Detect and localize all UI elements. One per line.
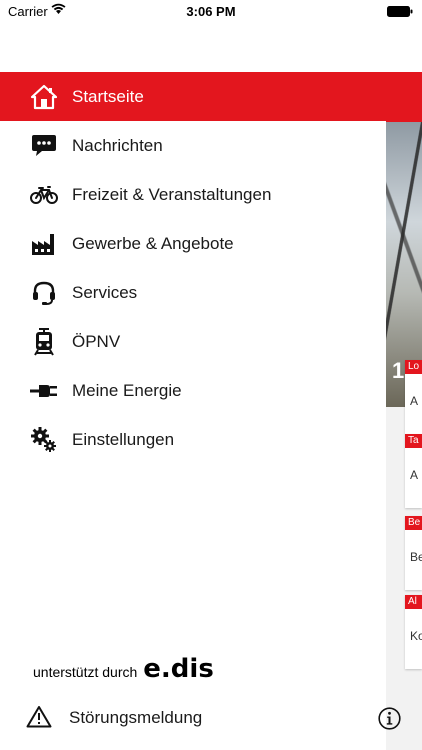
footer-bar: Störungsmeldung [0,700,422,736]
plug-icon [30,377,58,405]
bicycle-icon [30,181,58,209]
sponsor-line: unterstützt durch e.dis [33,654,214,684]
warning-icon [26,706,52,728]
menu-item-startseite[interactable]: Startseite [0,72,386,121]
info-icon[interactable] [378,707,401,730]
factory-icon [30,230,58,258]
edis-logo: e.dis [143,654,214,684]
card-text: Be [410,550,422,564]
card-text: A [410,468,419,482]
menu-item-label: ÖPNV [72,331,121,351]
status-bar: Carrier 3:06 PM [0,0,422,22]
background-card[interactable]: Ta A [405,434,422,508]
navigation-drawer: Startseite Nachrichten Freizeit & Verans… [0,72,422,750]
card-header: Al [408,596,417,607]
menu-item-label: Services [72,282,138,302]
menu-item-freizeit[interactable]: Freizeit & Veranstaltungen [0,170,386,219]
home-icon [30,83,58,111]
menu-item-meine-energie[interactable]: Meine Energie [0,366,386,415]
card-header: Be [408,517,421,528]
menu-item-label: Einstellungen [72,429,175,449]
headset-icon [30,279,58,307]
background-card[interactable]: Be Be [405,516,422,590]
menu-item-label: Startseite [72,86,144,106]
sponsor-text: unterstützt durch [33,664,138,680]
stoerungsmeldung-button[interactable]: Störungsmeldung [69,708,202,728]
battery-icon [387,6,413,17]
menu-item-einstellungen[interactable]: Einstellungen [0,415,386,464]
menu-item-opnv[interactable]: ÖPNV [0,317,386,366]
background-card[interactable]: Lo A [405,360,422,434]
card-header: Ta [408,435,419,446]
background-screen: 10 Lo A Ta A Be Be Al Ko [386,72,422,750]
background-card[interactable]: Al Ko [405,595,422,669]
train-icon [30,327,58,356]
menu-item-gewerbe[interactable]: Gewerbe & Angebote [0,219,386,268]
clock-label: 3:06 PM [186,4,236,19]
menu-item-services[interactable]: Services [0,268,386,317]
card-header: Lo [408,361,420,372]
menu-item-label: Meine Energie [72,380,182,400]
chat-bubble-icon [30,132,58,160]
menu-item-label: Freizeit & Veranstaltungen [72,184,272,204]
menu-item-nachrichten[interactable]: Nachrichten [0,121,386,170]
card-text: Ko [410,629,422,643]
card-text: A [410,394,419,408]
menu-item-label: Gewerbe & Angebote [72,233,234,253]
gears-icon [30,426,58,454]
menu-item-label: Nachrichten [72,135,163,155]
